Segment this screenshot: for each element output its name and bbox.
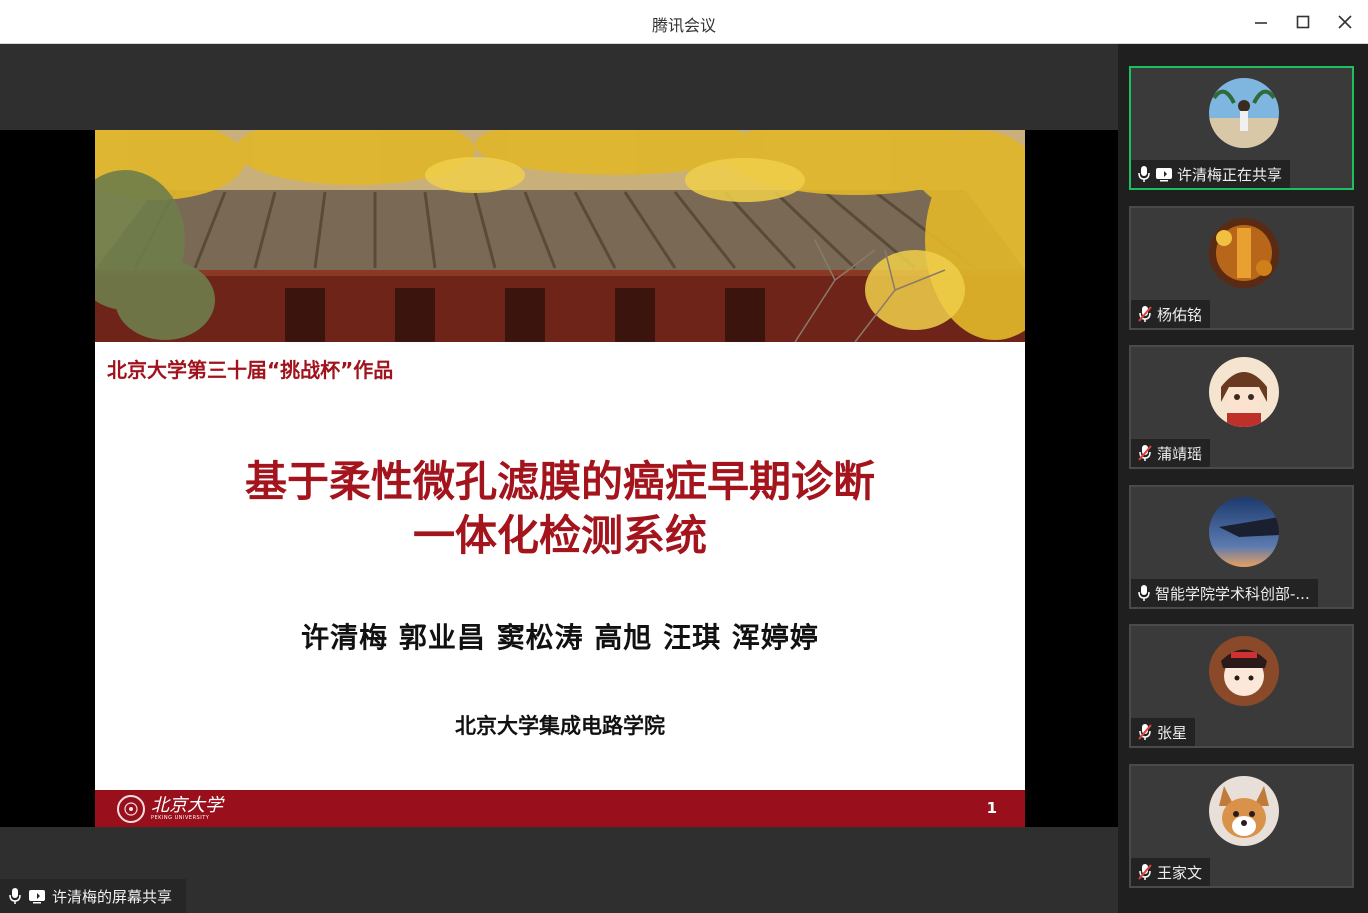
participant-name: 王家文 <box>1157 863 1203 882</box>
avatar <box>1209 357 1279 427</box>
microphone-muted-icon[interactable] <box>1137 305 1153 323</box>
slide-page-number: 1 <box>986 799 997 817</box>
participant-tile[interactable]: 蒲靖瑶 <box>1129 345 1354 469</box>
pku-logo-cn: 北京大学 <box>151 794 223 816</box>
avatar <box>1209 78 1279 148</box>
pku-logo-en: PEKING UNIVERSITY <box>151 814 210 821</box>
pku-logo: 北京大学 PEKING UNIVERSITY <box>117 793 223 824</box>
maximize-icon[interactable] <box>1289 8 1317 36</box>
slide-title-line2: 一体化检测系统 <box>412 511 707 560</box>
avatar <box>1209 497 1279 567</box>
screen-share-icon <box>28 888 46 904</box>
participant-tile[interactable]: 杨佑铭 <box>1129 206 1354 330</box>
participant-name: 张星 <box>1157 723 1188 742</box>
avatar <box>1209 776 1279 846</box>
screen-share-label-text: 许清梅的屏幕共享 <box>52 887 173 906</box>
microphone-muted-icon[interactable] <box>1137 863 1153 881</box>
participant-nameplate: 杨佑铭 <box>1131 300 1211 328</box>
participant-nameplate: 蒲靖瑶 <box>1131 439 1211 467</box>
participant-tile[interactable]: 王家文 <box>1129 764 1354 888</box>
microphone-icon[interactable] <box>8 887 22 905</box>
close-icon[interactable] <box>1331 8 1359 36</box>
slide-organization: 北京大学集成电路学院 <box>455 714 665 738</box>
slide-competition-tag: 北京大学第三十届“挑战杯”作品 <box>107 358 394 382</box>
participant-tile[interactable]: 张星 <box>1129 624 1354 748</box>
avatar <box>1209 218 1279 288</box>
microphone-muted-icon[interactable] <box>1137 444 1153 462</box>
avatar <box>1209 636 1279 706</box>
participant-name: 许清梅正在共享 <box>1177 165 1283 184</box>
microphone-muted-icon[interactable] <box>1137 723 1153 741</box>
minimize-icon[interactable] <box>1247 8 1275 36</box>
participant-name: 智能学院学术科创部-... <box>1155 584 1310 603</box>
window-titlebar: 腾讯会议 <box>0 0 1368 44</box>
microphone-icon[interactable] <box>1137 584 1151 602</box>
participant-nameplate: 智能学院学术科创部-... <box>1131 579 1318 607</box>
participant-name: 蒲靖瑶 <box>1157 444 1203 463</box>
participant-nameplate: 王家文 <box>1131 858 1211 886</box>
slide-footer-bar: 北京大学 PEKING UNIVERSITY 1 <box>95 790 1025 827</box>
slide-header-photo <box>95 130 1025 342</box>
participant-nameplate: 张星 <box>1131 718 1196 746</box>
participant-tile[interactable]: 智能学院学术科创部-... <box>1129 485 1354 609</box>
participant-nameplate: 许清梅正在共享 <box>1131 160 1291 188</box>
participant-name: 杨佑铭 <box>1157 305 1203 324</box>
pku-seal-icon <box>117 794 145 823</box>
presentation-slide: 北京大学第三十届“挑战杯”作品 基于柔性微孔滤膜的癌症早期诊断 一体化检测系统 … <box>95 130 1025 827</box>
screen-share-icon <box>1155 166 1173 182</box>
screen-share-label: 许清梅的屏幕共享 <box>0 879 187 913</box>
microphone-icon[interactable] <box>1137 165 1151 183</box>
window-title: 腾讯会议 <box>651 16 716 35</box>
participant-tile[interactable]: 许清梅正在共享 <box>1129 66 1354 190</box>
slide-title-line1: 基于柔性微孔滤膜的癌症早期诊断 <box>244 457 875 506</box>
slide-authors: 许清梅 郭业昌 窦松涛 高旭 汪琪 浑婷婷 <box>301 621 819 654</box>
